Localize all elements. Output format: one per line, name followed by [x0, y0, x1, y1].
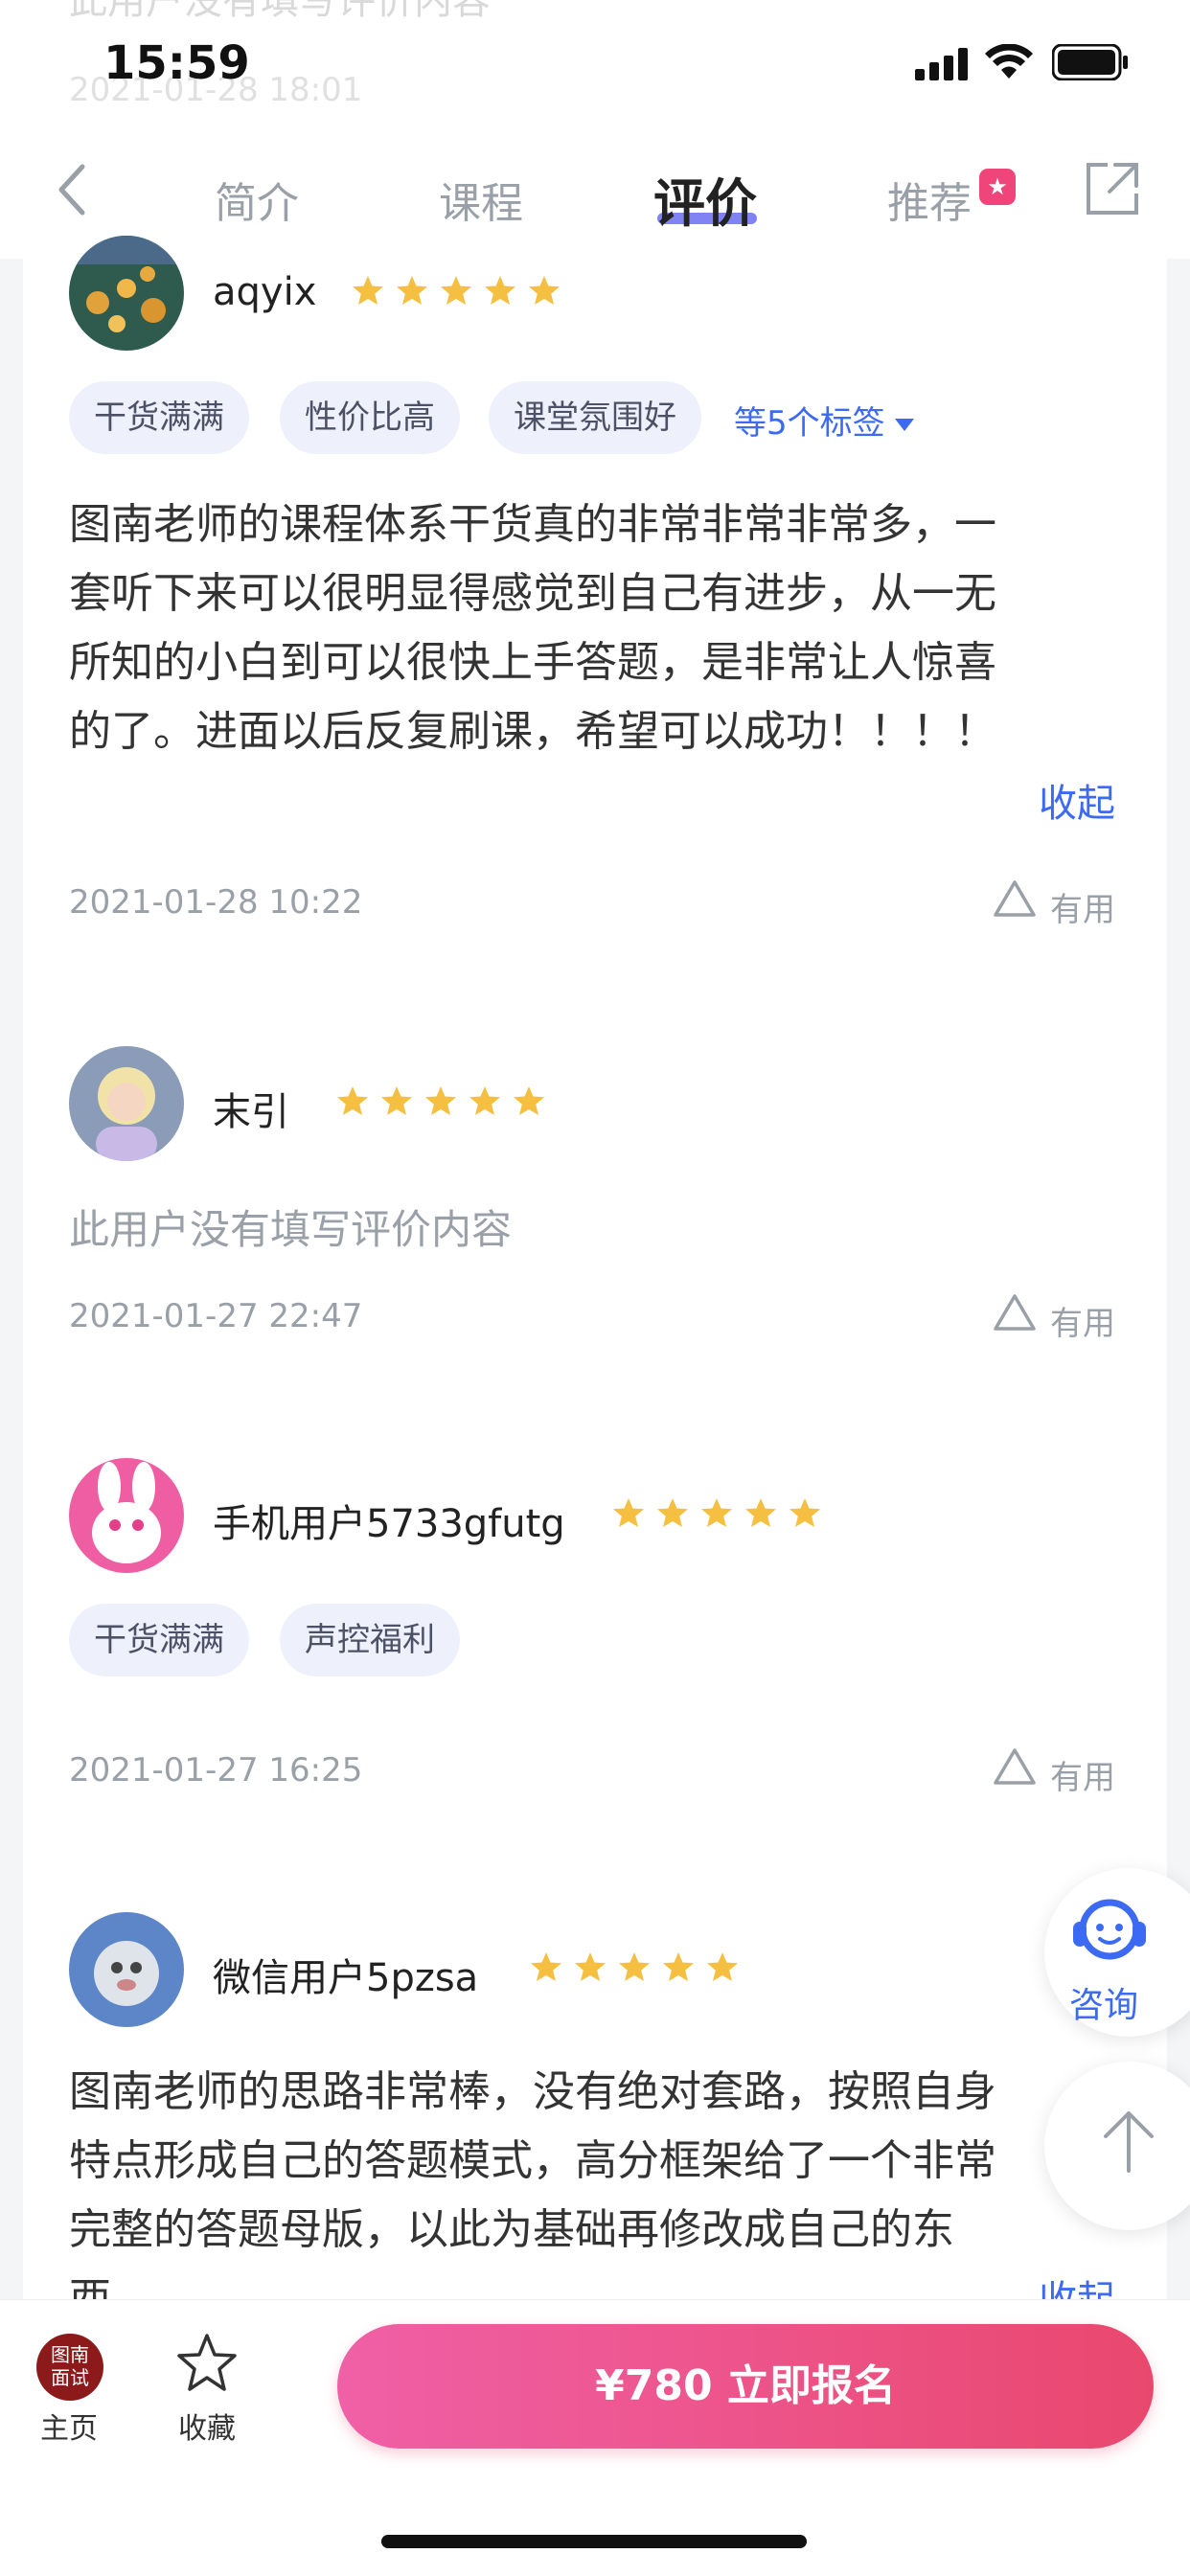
review-content: 图南老师的思路非常棒，没有绝对套路，按照自身 特点形成自己的答题模式，高分框架给…	[69, 2058, 1123, 2299]
avatar[interactable]	[69, 1912, 184, 2027]
star-icon	[529, 276, 560, 305]
collapse-link[interactable]: 收起	[1039, 2268, 1115, 2299]
ghost-review-text: 此用户没有填写评价内容	[69, 0, 491, 23]
star-icon	[707, 1952, 738, 1981]
star-icon	[514, 1086, 544, 1115]
username: 手机用户5733gfutg	[213, 1502, 565, 1546]
star-icon	[657, 1498, 688, 1527]
review-line: 套听下来可以很明显得感觉到自己有进步，从一无	[69, 569, 996, 618]
useful-triangle-icon[interactable]	[993, 1293, 1037, 1335]
home-indicator	[381, 2535, 807, 2548]
useful-button[interactable]: 有用	[1050, 883, 1115, 930]
star-icon	[613, 1498, 644, 1527]
rating-stars	[529, 1950, 740, 1985]
star-outline-icon[interactable]	[176, 2332, 238, 2397]
review-line: 完整的答题母版，以此为基础再修改成自己的东	[69, 2205, 954, 2254]
collapse-link[interactable]: 收起	[1039, 772, 1115, 828]
logo-line: 图南	[51, 2343, 89, 2366]
star-icon	[337, 1086, 368, 1115]
tab-reviews[interactable]: 评价	[653, 161, 757, 237]
useful-button[interactable]: 有用	[1050, 1297, 1115, 1344]
rating-stars	[611, 1496, 822, 1531]
review-line: 的了。进面以后反复刷课，希望可以成功！！！！	[69, 707, 996, 756]
tab-recommend[interactable]: 推荐	[887, 169, 972, 230]
review-line: 图南老师的课程体系干货真的非常非常非常多，一	[69, 500, 996, 549]
rating-stars	[351, 274, 561, 308]
star-icon	[701, 1498, 732, 1527]
left-margin-strip	[0, 259, 23, 2299]
star-icon	[575, 1952, 606, 1981]
enroll-button[interactable]: ¥780 立即报名	[337, 2324, 1154, 2449]
consult-label: 咨询	[1069, 1986, 1139, 2025]
customer-service-icon	[1065, 1893, 1154, 1973]
tab-courses[interactable]: 课程	[439, 169, 523, 230]
home-label[interactable]: 主页	[40, 2405, 98, 2447]
star-icon	[745, 1498, 776, 1527]
star-icon	[619, 1952, 650, 1981]
review-content: 图南老师的课程体系干货真的非常非常非常多，一 套听下来可以很明显得感觉到自己有进…	[69, 490, 1123, 766]
avatar[interactable]	[69, 1458, 184, 1573]
review-line: 图南老师的思路非常棒，没有绝对套路，按照自身	[69, 2067, 996, 2116]
star-icon	[663, 1952, 694, 1981]
tag-chip[interactable]: 性价比高	[280, 381, 460, 454]
tag-chip[interactable]: 课堂氛围好	[489, 381, 701, 454]
favorite-label[interactable]: 收藏	[178, 2405, 236, 2447]
recommend-badge-icon: ★	[979, 169, 1016, 205]
empty-review-text: 此用户没有填写评价内容	[69, 1206, 513, 1253]
rating-stars	[335, 1084, 546, 1119]
star-icon	[353, 276, 383, 305]
star-icon	[531, 1952, 561, 1981]
wifi-icon	[985, 43, 1033, 84]
star-icon	[485, 276, 515, 305]
useful-button[interactable]: 有用	[1050, 1751, 1115, 1798]
useful-triangle-icon[interactable]	[993, 1747, 1037, 1790]
tag-chip[interactable]: 声控福利	[280, 1604, 460, 1676]
star-icon	[790, 1498, 820, 1527]
more-tags-button[interactable]: 等5个标签	[734, 397, 914, 444]
star-icon	[425, 1086, 456, 1115]
avatar[interactable]	[69, 1046, 184, 1161]
signal-icon	[915, 48, 969, 84]
logo-line: 面试	[51, 2366, 89, 2389]
back-icon[interactable]	[54, 161, 92, 222]
share-icon[interactable]	[1085, 161, 1140, 220]
caret-down-icon	[894, 419, 914, 431]
star-icon	[469, 1086, 500, 1115]
status-time: 15:59	[103, 36, 250, 90]
username: 微信用户5pzsa	[213, 1956, 479, 2000]
more-tags-label: 等5个标签	[734, 404, 885, 443]
review-line: 特点形成自己的答题模式，高分框架给了一个非常	[69, 2136, 996, 2185]
username: aqyix	[213, 270, 317, 314]
tag-chip[interactable]: 干货满满	[69, 381, 249, 454]
review-date: 2021-01-27 16:25	[69, 1751, 363, 1790]
star-icon	[441, 276, 471, 305]
arrow-up-icon	[1100, 2108, 1157, 2178]
battery-icon	[1051, 43, 1129, 84]
star-icon	[397, 276, 427, 305]
home-logo-icon[interactable]: 图南 面试	[36, 2334, 103, 2401]
review-line: 所知的小白到可以很快上手答题，是非常让人惊喜	[69, 638, 996, 687]
review-date: 2021-01-27 22:47	[69, 1297, 363, 1335]
star-icon	[381, 1086, 412, 1115]
review-line: 西。	[69, 2274, 153, 2299]
tag-chip[interactable]: 干货满满	[69, 1604, 249, 1676]
useful-triangle-icon[interactable]	[993, 879, 1037, 922]
username: 末引	[213, 1090, 289, 1134]
review-date: 2021-01-28 10:22	[69, 883, 363, 922]
tab-intro[interactable]: 简介	[215, 169, 299, 230]
avatar[interactable]	[69, 236, 184, 351]
